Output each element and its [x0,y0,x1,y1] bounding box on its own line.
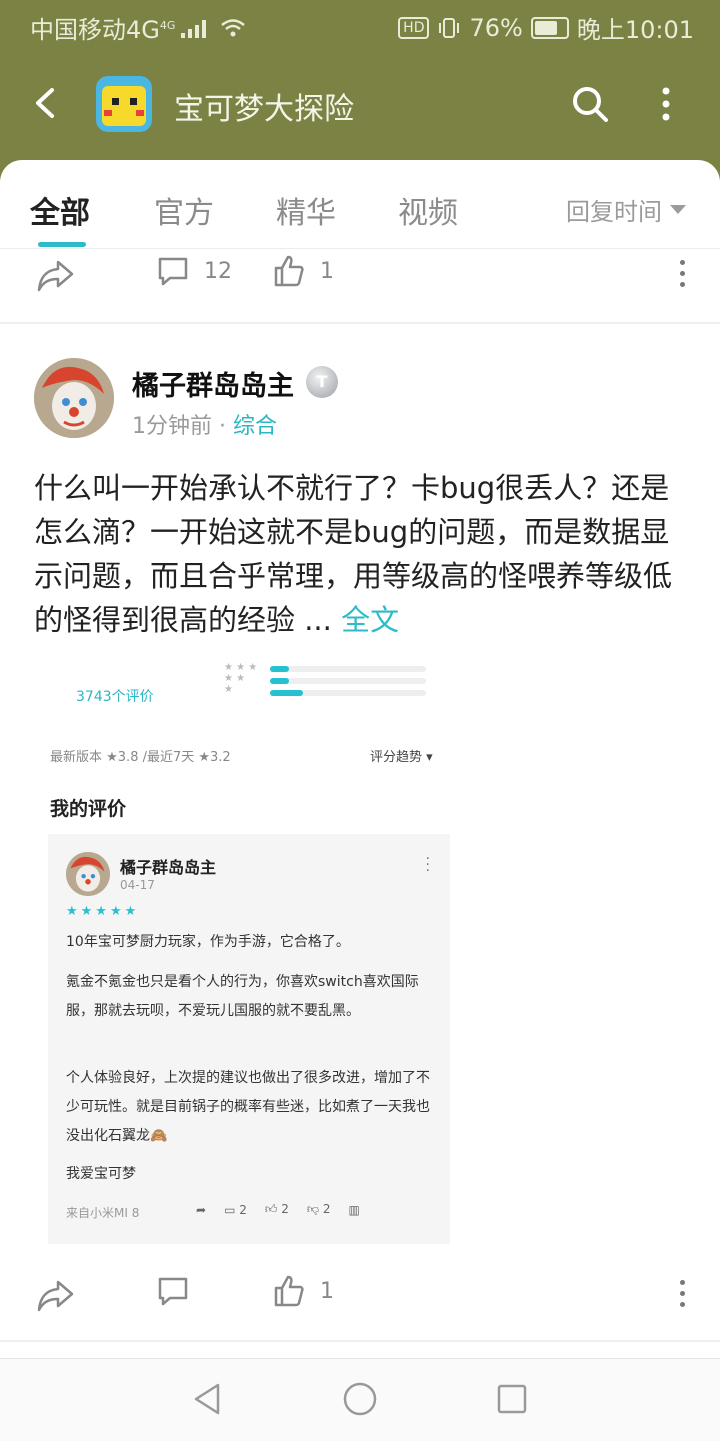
carrier-label: 中国移动4G [30,16,160,44]
review-like-icon: 👍︎ 2 [264,1202,289,1216]
more-options-icon[interactable] [680,1280,686,1313]
tab-official[interactable]: 官方 [154,188,214,232]
tab-video[interactable]: 视频 [398,188,458,232]
search-icon[interactable] [570,84,610,124]
tab-featured[interactable]: 精华 [276,188,336,232]
comment-icon [158,257,188,286]
sort-dropdown[interactable]: 回复时间 [566,192,686,227]
hd-icon: HD [398,16,430,39]
star-level-icons: ★ ★ ★ ★ ★ ★ [224,662,258,695]
pikachu-face [102,86,146,126]
review-share-icon: ➦ [196,1202,207,1217]
version-rating: 最新版本 ★3.8 /最近7天 ★3.2 [50,750,231,765]
review-comment-count: 2 [239,1202,247,1217]
comment-button[interactable]: 12 [156,254,232,288]
review-comment-icon: ▭ 2 [224,1202,247,1217]
app-title: 宝可梦大探险 [174,92,354,127]
trend-label: 评分趋势 [370,750,423,765]
review-like-count: 2 [281,1202,289,1216]
like-count: 1 [320,258,334,284]
post-body[interactable]: 什么叫一开始承认不就行了？卡bug很丢人？还是怎么滴？一开始这就不是bug的问题… [34,466,694,642]
review-paragraph-1: 10年宝可梦厨力玩家，作为手游，它合格了。 [66,934,350,950]
post-divider [0,322,720,324]
wifi-icon [221,19,245,37]
network-sup: 4G [159,19,176,32]
clock: 晚上10:01 [576,16,694,44]
app-bar: 宝可梦大探险 [0,60,720,150]
prev-post-action-row: 12 1 [0,246,720,306]
attached-screenshot[interactable]: 3743个评价 ★ ★ ★ ★ ★ ★ 最新版本 ★3.8 /最近7天 ★3.2 评… [34,656,458,1246]
system-nav-bar [0,1358,720,1441]
tab-all[interactable]: 全部 [30,188,90,232]
nav-recents-icon[interactable] [496,1383,528,1415]
meta-separator: · [219,414,226,439]
review-chart-icon: ▥ [348,1202,360,1217]
like-button[interactable]: 1 [272,1274,334,1308]
signal-icon [181,18,207,38]
review-device: 来自小米MI 8 [66,1206,140,1220]
logo-eye-left [112,98,119,105]
sort-label: 回复时间 [566,198,662,226]
logo-eye-right [130,98,137,105]
review-paragraph-2: 氪金不氪金也只是看个人的行为，你喜欢switch喜欢国际服，那就去玩呗，不爱玩儿… [66,974,419,1019]
rating-bar-3 [270,666,426,672]
nav-back-icon[interactable] [190,1381,224,1417]
share-icon[interactable] [36,1278,76,1314]
rating-bar-1 [270,690,426,696]
review-actions: ➦ ▭ 2 👍︎ 2 👎︎ 2 ▥ [196,1202,360,1217]
post-meta: 1分钟前 · 综合 [132,408,277,440]
nav-home-icon[interactable] [342,1381,378,1417]
clown-avatar-image [66,852,110,896]
status-bar: 中国移动4G4G HD 76% 晚上10:01 [0,0,720,50]
comment-button[interactable] [156,1274,190,1308]
app-logo[interactable] [96,76,152,132]
review-more-icon: · · · [425,851,430,879]
tab-bar: 全部 官方 精华 视频 回复时间 [0,160,720,249]
review-date: 04-17 [120,878,155,892]
thumbs-up-icon [274,1275,304,1307]
back-arrow-icon[interactable] [30,86,64,120]
review-author: 橘子群岛岛主 [120,858,217,877]
comment-icon [158,1277,188,1306]
avatar[interactable] [34,358,114,438]
post-divider [0,1340,720,1342]
logo-cheek-left [104,110,112,116]
review-stars: ★★★★★ [66,904,140,919]
more-vertical-icon[interactable] [660,86,672,122]
full-text-link[interactable]: 全文 [341,603,399,637]
clown-avatar-image [34,358,114,438]
logo-cheek-right [136,110,144,116]
status-left: 中国移动4G4G [30,10,246,45]
review-avatar [66,852,110,896]
level-badge-icon: T [306,366,338,398]
battery-icon [530,16,569,39]
review-dislike-count: 2 [322,1202,331,1216]
like-count: 1 [320,1278,334,1304]
comment-count: 12 [204,258,232,284]
post-time: 1分钟前 [132,414,212,439]
like-button[interactable]: 1 [272,254,334,288]
status-right: HD 76% 晚上10:01 [398,10,694,45]
my-review-title: 我的评价 [50,798,127,820]
battery-percent: 76% [469,13,523,42]
rating-count: 3743个评价 [76,689,154,705]
review-paragraph-3: 个人体验良好，上次提的建议也做出了很多改进，增加了不少可玩性。就是目前锅子的概率… [66,1070,430,1144]
review-paragraph-4: 我爱宝可梦 [66,1166,136,1182]
author-name[interactable]: 橘子群岛岛主 [132,364,294,403]
vibrate-icon [439,17,460,38]
chevron-down-icon [670,205,686,214]
review-dislike-icon: 👎︎ 2 [306,1202,331,1216]
review-card: 橘子群岛岛主 04-17 · · · ★★★★★ 10年宝可梦厨力玩家，作为手游，它… [48,834,450,1244]
post-category[interactable]: 综合 [233,414,277,439]
rating-trend[interactable]: 评分趋势 ▾ [370,746,433,765]
post-action-row: 1 [0,1266,720,1326]
thumbs-up-icon [274,255,304,287]
rating-bar-2 [270,678,426,684]
share-icon[interactable] [36,258,76,294]
more-options-icon[interactable] [680,260,686,293]
